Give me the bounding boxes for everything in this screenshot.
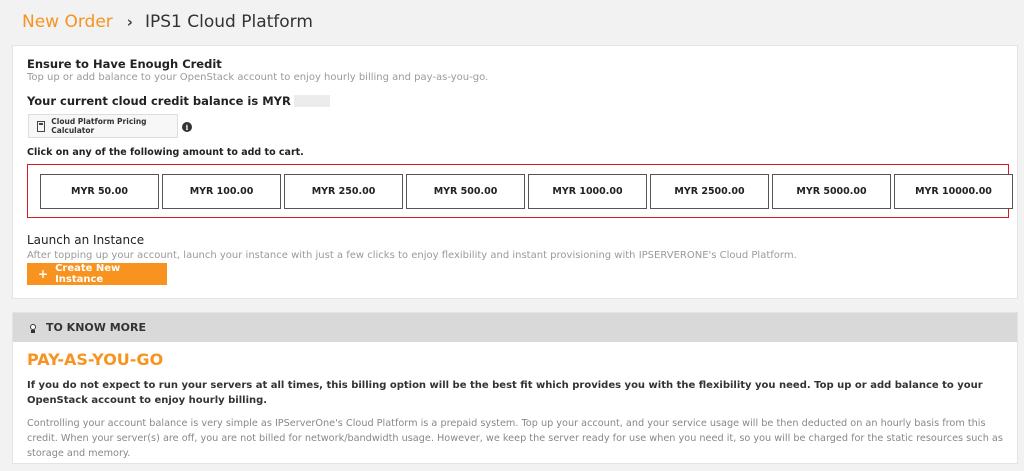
credit-balance-redacted-value: [293, 95, 330, 107]
amount-button-1000[interactable]: MYR 1000.00: [528, 174, 647, 209]
pricing-calculator-label: Cloud Platform Pricing Calculator: [51, 117, 147, 135]
create-new-instance-button[interactable]: + Create New Instance: [27, 263, 167, 285]
credit-balance: Your current cloud credit balance is MYR: [27, 94, 330, 108]
amount-button-100[interactable]: MYR 100.00: [162, 174, 281, 209]
know-more-label: TO KNOW MORE: [46, 321, 147, 334]
amount-button-2500[interactable]: MYR 2500.00: [650, 174, 769, 209]
pay-as-you-go-title: PAY-AS-YOU-GO: [27, 350, 164, 369]
page-title: IPS1 Cloud Platform: [144, 12, 313, 32]
credit-heading: Ensure to Have Enough Credit: [27, 57, 222, 71]
pay-as-you-go-summary: If you do not expect to run your servers…: [27, 380, 983, 406]
know-more-panel: TO KNOW MORE PAY-AS-YOU-GO If you do not…: [12, 312, 1018, 464]
credit-subtext: Top up or add balance to your OpenStack …: [27, 72, 489, 83]
launch-subtext: After topping up your account, launch yo…: [27, 250, 797, 261]
amount-button-5000[interactable]: MYR 5000.00: [772, 174, 891, 209]
amount-options-group: MYR 50.00 MYR 100.00 MYR 250.00 MYR 500.…: [27, 164, 1013, 218]
amount-button-500[interactable]: MYR 500.00: [406, 174, 525, 209]
amount-button-50[interactable]: MYR 50.00: [40, 174, 159, 209]
credit-balance-label: Your current cloud credit balance is MYR: [27, 94, 291, 108]
pay-as-you-go-description: Controlling your account balance is very…: [27, 418, 1003, 459]
lightbulb-icon: [27, 322, 39, 334]
plus-icon: +: [38, 267, 49, 281]
pricing-calculator-button[interactable]: Cloud Platform Pricing Calculator: [28, 114, 178, 138]
launch-heading: Launch an Instance: [27, 233, 145, 247]
breadcrumb: New Order › IPS1 Cloud Platform: [22, 8, 313, 36]
breadcrumb-separator-icon: ›: [126, 13, 133, 31]
info-icon[interactable]: i: [182, 122, 192, 132]
credit-panel: Ensure to Have Enough Credit Top up or a…: [12, 45, 1018, 299]
create-new-instance-label: Create New Instance: [55, 263, 121, 285]
amount-instruction: Click on any of the following amount to …: [27, 147, 304, 158]
amount-button-250[interactable]: MYR 250.00: [284, 174, 403, 209]
know-more-header: TO KNOW MORE: [13, 313, 1017, 342]
breadcrumb-new-order-link[interactable]: New Order: [22, 12, 113, 32]
amount-button-10000[interactable]: MYR 10000.00: [894, 174, 1013, 209]
calculator-icon: [37, 120, 46, 132]
